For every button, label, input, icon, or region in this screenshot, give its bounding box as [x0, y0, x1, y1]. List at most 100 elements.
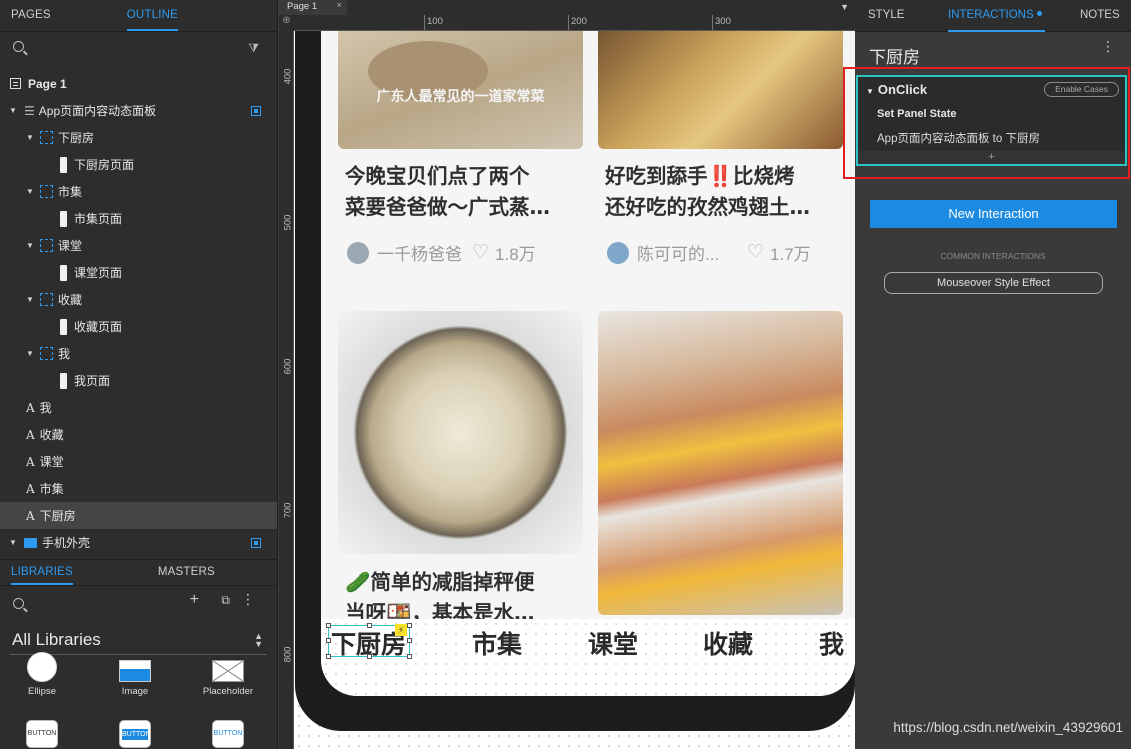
caret-down-icon[interactable]: ▼: [25, 187, 35, 196]
widget-ellipse[interactable]: Ellipse: [12, 652, 72, 697]
phone-screen[interactable]: 广东人最常见的一道家常菜 今晚宝贝们点了两个 菜要爸爸做～广式蒸… 一千杨爸爸 …: [321, 31, 855, 696]
caret-down-icon[interactable]: ▼: [25, 241, 35, 250]
outline-row-text[interactable]: A 市集: [0, 475, 277, 502]
outline-row-image[interactable]: 市集页面: [0, 205, 277, 232]
text-widget-icon: A: [26, 400, 35, 415]
widget-placeholder[interactable]: Placeholder: [198, 658, 258, 697]
card-title[interactable]: 今晚宝贝们点了两个 菜要爸爸做～广式蒸…: [345, 161, 550, 223]
ruler-label: 300: [715, 16, 731, 27]
caret-down-icon[interactable]: ▼: [25, 295, 35, 304]
outline-row-image[interactable]: 我页面: [0, 367, 277, 394]
action-description[interactable]: App页面内容动态面板 to 下厨房: [877, 130, 1040, 146]
search-icon[interactable]: [13, 598, 24, 609]
heart-icon[interactable]: ♡: [747, 241, 764, 264]
card-title[interactable]: 好吃到舔手‼️比烧烤 还好吃的孜然鸡翅土…: [605, 161, 810, 223]
recipe-image[interactable]: [338, 311, 583, 554]
resize-handle[interactable]: [367, 654, 372, 659]
phone-shell[interactable]: 广东人最常见的一道家常菜 今晚宝贝们点了两个 菜要爸爸做～广式蒸… 一千杨爸爸 …: [295, 31, 855, 731]
outline-row-state[interactable]: ▼ 市集: [0, 178, 277, 205]
tab-outline[interactable]: OUTLINE: [126, 0, 179, 31]
nav-item-shoucang[interactable]: 收藏: [703, 625, 753, 661]
outline-row-state[interactable]: ▼ 收藏: [0, 286, 277, 313]
tab-page-1[interactable]: Page 1 ×: [279, 0, 347, 15]
outline-row-state[interactable]: ▼ 我: [0, 340, 277, 367]
caret-down-icon[interactable]: ▼: [25, 349, 35, 358]
select-arrows-icon[interactable]: ▲ ▼: [254, 632, 263, 649]
outline-row-dynamic-panel[interactable]: ▼ ☰ App页面内容动态面板: [0, 97, 277, 124]
nav-item-ketang[interactable]: 课堂: [588, 625, 638, 661]
mouseover-style-effect-button[interactable]: Mouseover Style Effect: [884, 272, 1103, 294]
enable-cases-button[interactable]: Enable Cases: [1044, 82, 1119, 97]
more-options-icon[interactable]: ⋮: [1101, 39, 1115, 53]
ruler-corner-icon[interactable]: ⊕: [279, 15, 294, 31]
outline-tree: Page 1 ▼ ☰ App页面内容动态面板 ▼ 下厨房 下厨房页面 ▼ 市集 …: [0, 70, 277, 556]
widget-image[interactable]: Image: [105, 658, 165, 697]
recipe-image[interactable]: [598, 31, 843, 149]
action-title[interactable]: Set Panel State: [877, 108, 956, 120]
outline-row-folder[interactable]: ▼ 手机外壳: [0, 529, 277, 556]
resize-handle[interactable]: [407, 623, 412, 628]
outline-row-page[interactable]: Page 1: [0, 70, 277, 97]
tab-interactions[interactable]: INTERACTIONS: [948, 9, 1042, 21]
author-name[interactable]: 陈可可的...: [637, 240, 747, 265]
widget-link-button[interactable]: BUTTON: [198, 720, 258, 749]
heart-icon[interactable]: ♡: [472, 241, 489, 264]
resize-handle[interactable]: [367, 623, 372, 628]
add-library-icon[interactable]: +: [190, 591, 199, 609]
recipe-image[interactable]: [598, 311, 843, 615]
outline-row-text[interactable]: A 课堂: [0, 448, 277, 475]
tab-notes[interactable]: NOTES: [1080, 9, 1120, 21]
library-select[interactable]: All Libraries: [12, 630, 101, 650]
resize-handle[interactable]: [326, 654, 331, 659]
new-interaction-button[interactable]: New Interaction: [870, 200, 1117, 228]
outline-row-image[interactable]: 收藏页面: [0, 313, 277, 340]
design-canvas[interactable]: Page 1 × ▼ ⊕ 100 200 300 400 500 600 700…: [279, 0, 855, 749]
resize-handle[interactable]: [407, 638, 412, 643]
close-icon[interactable]: ×: [336, 0, 342, 11]
caret-down-icon[interactable]: ▼: [25, 133, 35, 142]
more-options-icon[interactable]: ⋮: [241, 591, 255, 608]
outline-label: 手机外壳: [42, 536, 91, 550]
visibility-toggle-icon[interactable]: [251, 106, 261, 116]
nav-item-shiji[interactable]: 市集: [472, 625, 522, 661]
canvas-tab-bar: Page 1 × ▼: [279, 0, 855, 15]
outline-row-state[interactable]: ▼ 下厨房: [0, 124, 277, 151]
duplicate-icon[interactable]: ⧉: [221, 593, 230, 608]
caret-down-icon[interactable]: ▼: [866, 87, 874, 96]
filter-icon[interactable]: ⧩: [248, 41, 259, 56]
resize-handle[interactable]: [326, 623, 331, 628]
nav-item-wo[interactable]: 我: [819, 625, 844, 661]
add-action-button[interactable]: +: [858, 151, 1125, 164]
tab-style[interactable]: STYLE: [868, 9, 904, 21]
outline-row-image[interactable]: 课堂页面: [0, 259, 277, 286]
widget-name[interactable]: 下厨房: [869, 43, 920, 68]
tab-menu-icon[interactable]: ▼: [840, 2, 849, 12]
tab-pages[interactable]: PAGES: [11, 0, 51, 31]
libraries-panel: LIBRARIES MASTERS + ⧉ ⋮ All Libraries ▲ ▼…: [0, 559, 277, 749]
interaction-lightning-icon[interactable]: ⚡: [395, 624, 407, 636]
outline-row-text-selected[interactable]: A 下厨房: [0, 502, 277, 529]
outline-row-image[interactable]: 下厨房页面: [0, 151, 277, 178]
tab-masters[interactable]: MASTERS: [158, 560, 215, 585]
visibility-toggle-icon[interactable]: [251, 538, 261, 548]
resize-handle[interactable]: [407, 654, 412, 659]
resize-handle[interactable]: [326, 638, 331, 643]
outline-row-text[interactable]: A 收藏: [0, 421, 277, 448]
outline-row-state[interactable]: ▼ 课堂: [0, 232, 277, 259]
widget-primary-button[interactable]: BUTTON: [105, 720, 165, 749]
widget-button[interactable]: BUTTON: [12, 720, 72, 749]
avatar[interactable]: [607, 241, 629, 264]
event-header[interactable]: ▼ OnClick: [866, 82, 927, 97]
image-thumbnail-icon: [60, 372, 67, 389]
recipe-image[interactable]: 广东人最常见的一道家常菜: [338, 31, 583, 149]
selection-box[interactable]: ⚡: [326, 623, 412, 659]
caret-down-icon[interactable]: ▼: [8, 538, 18, 547]
placeholder-icon: [212, 660, 244, 682]
search-icon[interactable]: [13, 41, 24, 52]
caret-down-icon[interactable]: ▼: [8, 106, 18, 115]
author-name[interactable]: 一千杨爸爸: [377, 240, 472, 265]
avatar[interactable]: [347, 241, 369, 264]
tab-libraries[interactable]: LIBRARIES: [11, 560, 73, 585]
outline-row-text[interactable]: A 我: [0, 394, 277, 421]
interaction-card[interactable]: ▼ OnClick Enable Cases Set Panel State Ap…: [856, 75, 1127, 166]
